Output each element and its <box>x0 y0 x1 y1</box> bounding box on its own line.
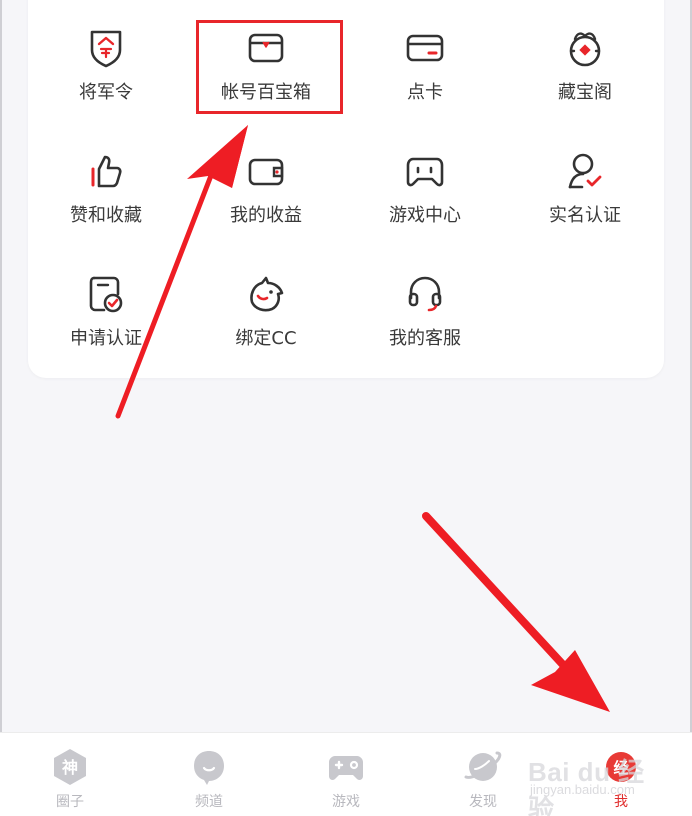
tab-label: 频道 <box>195 794 223 810</box>
grid-item-label: 实名认证 <box>549 205 621 226</box>
highlight-box <box>196 20 343 114</box>
thumbs-up-icon <box>91 155 122 188</box>
grid-item-label: 赞和收藏 <box>70 205 142 226</box>
gamepad-icon <box>406 157 444 187</box>
tab-icon-char: 经 <box>613 759 628 777</box>
grid-item-label: 游戏中心 <box>389 205 461 226</box>
grid-item-point-card[interactable]: 点卡 <box>350 20 500 120</box>
grid-item-likes-favorites[interactable]: 赞和收藏 <box>31 143 181 243</box>
shield-token-icon <box>90 30 122 68</box>
grid-item-treasure-pavilion[interactable]: 藏宝阁 <box>510 20 660 120</box>
wallet-icon <box>248 158 284 186</box>
grid-item-label: 我的客服 <box>389 328 461 349</box>
grid-item-label: 将军令 <box>79 82 133 103</box>
grid-item-label: 点卡 <box>407 82 443 103</box>
tab-discover[interactable]: 发现 <box>428 733 538 816</box>
grid-item-label: 藏宝阁 <box>558 82 612 103</box>
card-icon <box>406 34 444 62</box>
tab-label: 发现 <box>469 794 497 810</box>
treasure-pavilion-icon <box>569 32 601 67</box>
tab-channel[interactable]: 频道 <box>154 733 264 816</box>
user-verify-icon <box>568 153 602 189</box>
bottom-tab-bar: 神 圈子 频道 游戏 发现 经 我 <box>0 732 692 816</box>
grid-item-bind-cc[interactable]: 绑定CC <box>191 266 341 366</box>
grid-item-label: 绑定CC <box>235 328 297 349</box>
grid-item-label: 我的收益 <box>230 205 302 226</box>
headset-icon <box>408 276 442 312</box>
gamepad-icon <box>329 756 363 780</box>
grid-item-game-center[interactable]: 游戏中心 <box>350 143 500 243</box>
planet-icon <box>464 751 502 781</box>
services-card: 将军令 帐号百宝箱 点卡 藏宝阁 赞和收藏 我的收益 游戏中心 实名认证 申请认… <box>28 0 664 378</box>
tab-icon-char: 神 <box>62 758 78 777</box>
grid-item-real-name-verification[interactable]: 实名认证 <box>510 143 660 243</box>
tab-label: 圈子 <box>56 794 84 810</box>
circle-hexagon-icon: 神 <box>54 749 86 785</box>
me-badge-icon: 经 <box>606 752 636 782</box>
tab-games[interactable]: 游戏 <box>291 733 401 816</box>
grid-item-customer-service[interactable]: 我的客服 <box>350 266 500 366</box>
tab-me[interactable]: 经 我 <box>566 733 676 816</box>
channel-bubble-icon <box>194 751 224 785</box>
arrow-down-to-me-tab <box>422 512 610 712</box>
grid-item-label: 申请认证 <box>70 328 142 349</box>
document-verify-icon <box>89 276 123 313</box>
tab-label: 我 <box>614 794 628 810</box>
tab-circle[interactable]: 神 圈子 <box>15 733 125 816</box>
grid-item-general-token[interactable]: 将军令 <box>31 20 181 120</box>
cc-mascot-icon <box>250 276 284 312</box>
grid-item-my-earnings[interactable]: 我的收益 <box>191 143 341 243</box>
tab-label: 游戏 <box>332 794 360 810</box>
grid-item-apply-verification[interactable]: 申请认证 <box>31 266 181 366</box>
